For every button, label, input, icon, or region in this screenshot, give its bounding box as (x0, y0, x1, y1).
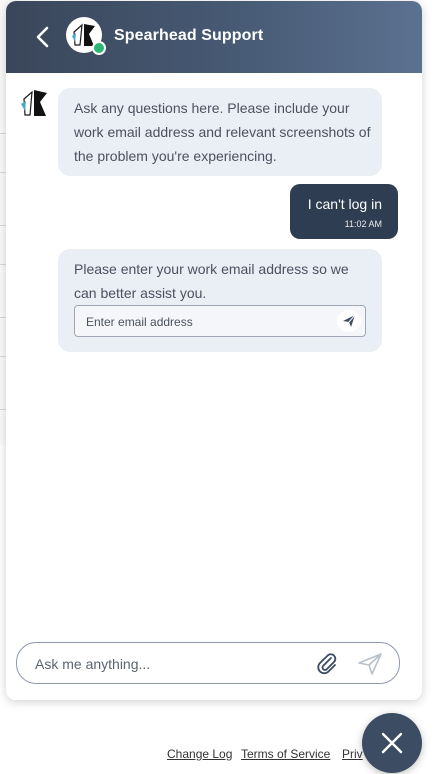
message-text: I can't log in (307, 196, 382, 212)
bot-message-email-request: Please enter your work email address so … (58, 249, 382, 352)
email-input[interactable] (84, 306, 328, 338)
message-timestamp: 11:02 AM (344, 219, 382, 229)
user-message: I can't log in 11:02 AM (290, 184, 398, 239)
paperclip-icon (317, 653, 337, 675)
send-icon (358, 653, 382, 675)
chevron-left-icon (36, 26, 49, 48)
email-field (74, 305, 366, 338)
chat-header: Spearhead Support (6, 1, 422, 73)
email-submit-button[interactable] (337, 310, 361, 332)
back-button[interactable] (30, 24, 56, 50)
message-text: Please enter your work email address so … (74, 261, 349, 301)
change-log-link[interactable]: Change Log (167, 747, 232, 761)
privacy-link[interactable]: Priv (342, 747, 363, 761)
terms-of-service-link[interactable]: Terms of Service (241, 747, 330, 761)
send-icon (343, 314, 356, 327)
message-text: Ask any questions here. Please include y… (74, 100, 371, 164)
send-button[interactable] (357, 652, 383, 676)
bot-message: Ask any questions here. Please include y… (58, 88, 382, 176)
online-status-dot (92, 41, 106, 55)
message-composer (16, 642, 400, 685)
chat-title: Spearhead Support (114, 27, 264, 44)
message-input[interactable] (33, 643, 297, 685)
attach-button[interactable] (315, 652, 339, 676)
close-chat-button[interactable] (362, 713, 422, 773)
close-icon (381, 732, 403, 754)
bot-avatar-icon (21, 90, 47, 116)
